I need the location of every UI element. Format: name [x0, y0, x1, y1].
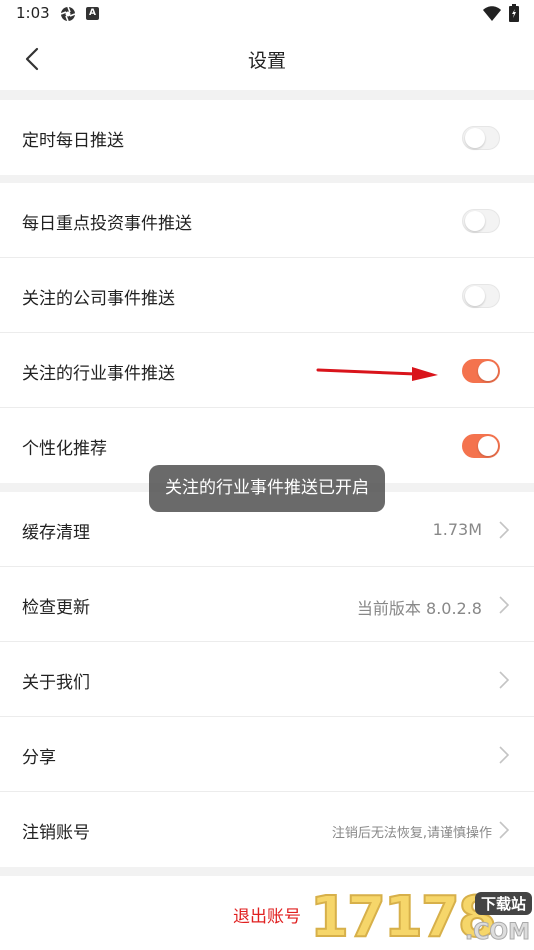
setting-label: 个性化推荐 [22, 439, 107, 459]
toggle-knob [465, 211, 485, 231]
page-title: 设置 [247, 50, 286, 72]
toggle-knob [465, 286, 485, 306]
chevron-right-icon [499, 596, 510, 614]
section-push-settings: 每日重点投资事件推送 关注的公司事件推送 关注的行业事件推送 个性化推荐 [0, 183, 534, 483]
setting-row-deregister[interactable]: 注销账号 注销后无法恢复,请谨慎操作 [0, 792, 534, 867]
setting-label: 缓存清理 [22, 523, 90, 543]
setting-row-update[interactable]: 检查更新 当前版本 8.0.2.8 [0, 567, 534, 642]
status-time: 1:03 [16, 4, 50, 22]
setting-label: 每日重点投资事件推送 [22, 214, 192, 234]
company-events-toggle[interactable] [462, 284, 500, 308]
header: 设置 [0, 28, 534, 90]
setting-row-company-events: 关注的公司事件推送 [0, 258, 534, 333]
status-app-icon: A [86, 7, 99, 20]
setting-row-share[interactable]: 分享 [0, 717, 534, 792]
battery-icon [509, 4, 519, 22]
setting-label: 关注的行业事件推送 [22, 364, 175, 384]
setting-label: 检查更新 [22, 598, 90, 618]
setting-row-industry-events: 关注的行业事件推送 [0, 333, 534, 408]
section-general: 缓存清理 1.73M 检查更新 当前版本 8.0.2.8 关于我们 分享 注销账… [0, 492, 534, 867]
current-version: 当前版本 8.0.2.8 [356, 599, 482, 618]
setting-label: 关于我们 [22, 673, 90, 693]
chevron-right-icon [499, 821, 510, 839]
key-events-toggle[interactable] [462, 209, 500, 233]
toggle-knob [478, 436, 498, 456]
status-bar: 1:03 A [0, 0, 534, 28]
cache-size: 1.73M [432, 520, 482, 539]
setting-row-about[interactable]: 关于我们 [0, 642, 534, 717]
toast-message: 关注的行业事件推送已开启 [149, 465, 385, 512]
chevron-right-icon [499, 671, 510, 689]
wifi-icon [483, 6, 501, 21]
chevron-right-icon [499, 521, 510, 539]
annotation-arrow-icon [316, 367, 438, 381]
setting-label: 注销账号 [22, 823, 90, 843]
watermark-logo: 17178 下载站 .COM [309, 885, 534, 950]
personalized-toggle[interactable] [462, 434, 500, 458]
status-app-icon [60, 6, 76, 22]
setting-label: 关注的公司事件推送 [22, 289, 175, 309]
setting-row-key-events: 每日重点投资事件推送 [0, 183, 534, 258]
watermark-com: .COM [464, 920, 530, 946]
toggle-knob [465, 128, 485, 148]
daily-push-toggle[interactable] [462, 126, 500, 150]
deregister-warning: 注销后无法恢复,请谨慎操作 [331, 826, 492, 841]
setting-row-daily-push: 定时每日推送 [0, 100, 534, 175]
watermark-tag: 下载站 [474, 892, 532, 915]
industry-events-toggle[interactable] [462, 359, 500, 383]
toggle-knob [478, 361, 498, 381]
setting-label: 分享 [22, 748, 56, 768]
setting-label: 定时每日推送 [22, 131, 124, 151]
chevron-right-icon [499, 746, 510, 764]
section-daily-push: 定时每日推送 [0, 100, 534, 175]
